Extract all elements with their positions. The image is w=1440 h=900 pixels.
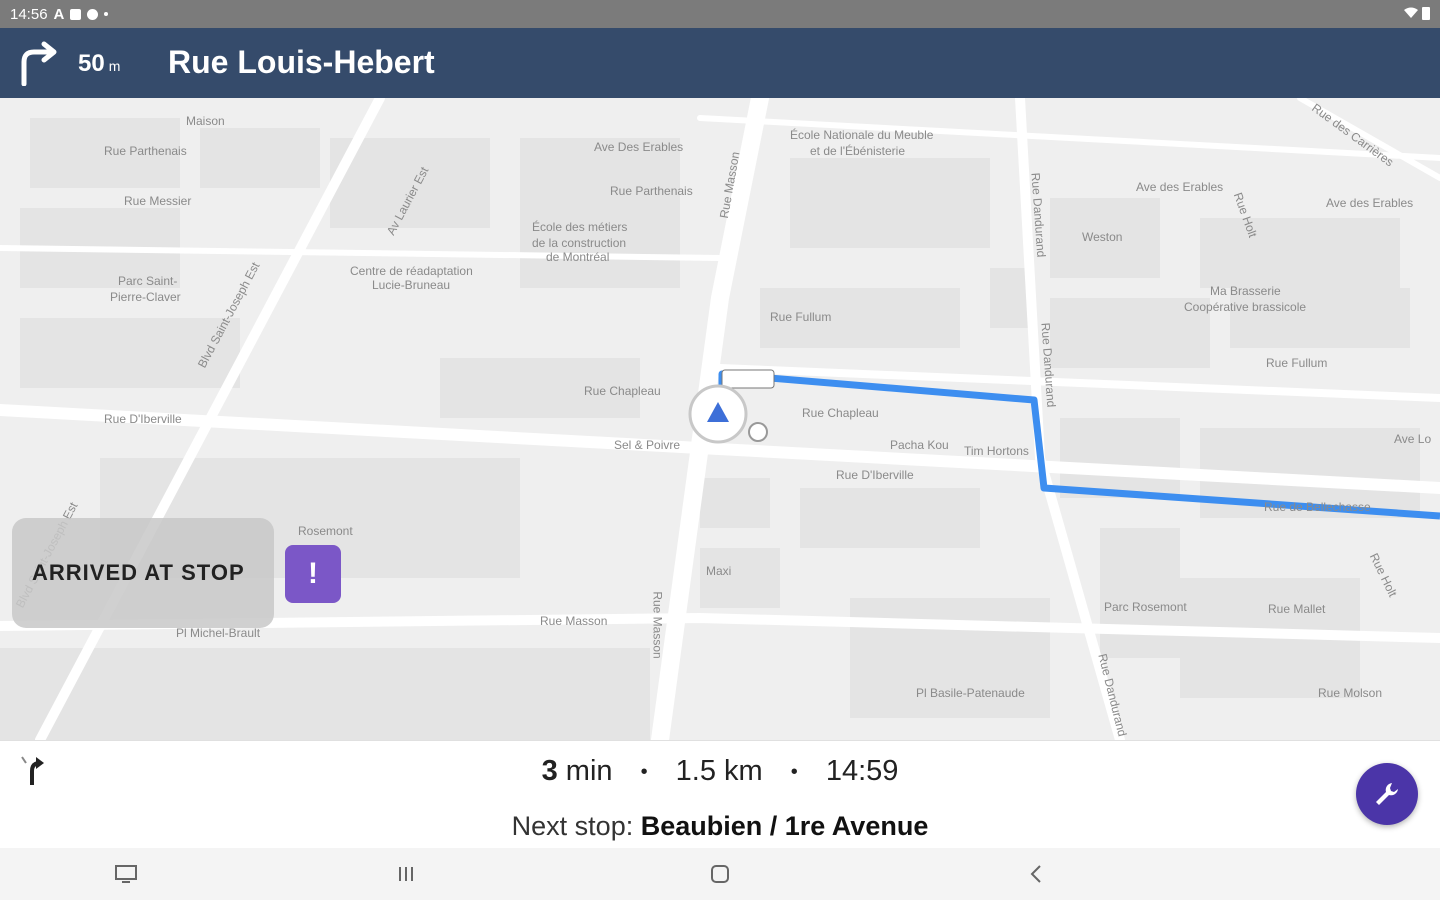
sync-icon: [87, 8, 99, 20]
arrival-time: 14:59: [825, 755, 899, 787]
map-label: Rue D'Iberville: [104, 412, 182, 426]
map-label: Maxi: [706, 564, 732, 578]
map-view[interactable]: Maison Rue Parthenais Rue Messier Parc S…: [0, 98, 1440, 740]
remaining-distance: 1.5 km: [675, 755, 763, 787]
alert-button[interactable]: !: [285, 545, 341, 603]
map-label: Rue Chapleau: [802, 406, 879, 420]
map-label: Rue Chapleau: [584, 384, 661, 398]
map-label: de Montréal: [546, 250, 610, 264]
stop-marker: [721, 369, 775, 389]
system-navigation-bar: [0, 848, 1440, 900]
tools-button[interactable]: [1356, 763, 1418, 825]
keyboard-icon: [115, 865, 137, 883]
map-label: Pl Basile-Patenaude: [916, 686, 1025, 700]
map-label: Rue Fullum: [1266, 356, 1328, 370]
eta-line: 3 min • 1.5 km • 14:59: [0, 755, 1440, 788]
map-label: Ave Lo: [1394, 432, 1432, 446]
map-label: Parc Saint-: [118, 274, 178, 288]
home-button[interactable]: [706, 860, 734, 888]
map-label: Sel & Poivre: [614, 438, 681, 452]
map-label: Ave des Erables: [1326, 196, 1414, 210]
map-label: Coopérative brassicole: [1184, 300, 1307, 314]
home-icon: [711, 865, 729, 883]
turn-distance-value: 50: [78, 50, 105, 77]
turn-right-icon: [21, 41, 57, 86]
map-label: Rue Masson: [650, 591, 665, 659]
turn-distance: 50 m: [78, 50, 120, 78]
map-label: Lucie-Bruneau: [372, 278, 451, 292]
map-label: Rue Mallet: [1268, 602, 1326, 616]
navigation-header: 50 m Rue Louis-Hebert: [0, 28, 1440, 98]
map-label: Ma Brasserie: [1210, 284, 1281, 298]
map-label: Ave Des Erables: [594, 140, 684, 154]
notification-icon: [70, 8, 82, 20]
map-label: Rue Parthenais: [104, 144, 187, 158]
battery-icon: [1422, 7, 1430, 20]
status-time: 14:56: [10, 5, 48, 23]
map-label: Maison: [186, 114, 225, 128]
more-notifications-icon: [104, 12, 109, 16]
separator: •: [640, 760, 648, 783]
status-letter: A: [53, 5, 65, 23]
wifi-icon: [1404, 7, 1418, 18]
map-label: Pacha Kou: [890, 438, 949, 452]
separator: •: [790, 760, 798, 783]
map-label: Rue D'Iberville: [836, 468, 914, 482]
map-label: Rue Messier: [124, 194, 192, 208]
street-name: Rue Louis-Hebert: [168, 44, 435, 80]
map-label: Tim Hortons: [964, 444, 1029, 458]
map-label: Parc Rosemont: [1104, 600, 1187, 614]
map-label: École des métiers: [532, 220, 628, 234]
wrench-icon: [1376, 783, 1398, 805]
map-label: Rue Molson: [1318, 686, 1383, 700]
map-label: Pl Michel-Brault: [176, 626, 261, 640]
map-label: Centre de réadaptation: [350, 264, 473, 278]
turn-distance-unit: m: [108, 58, 121, 74]
navigation-arrow-icon: [688, 384, 768, 444]
next-stop-prefix: Next stop:: [511, 811, 634, 841]
map-label: Pierre-Claver: [110, 290, 181, 304]
map-label: de la construction: [532, 236, 627, 250]
back-icon: [1030, 865, 1041, 883]
eta-minutes-unit: min: [565, 755, 613, 787]
map-label: Rue de Bellechasse: [1264, 500, 1371, 514]
arrived-at-stop-button[interactable]: ARRIVED AT STOP: [12, 518, 274, 628]
map-label: et de l'Ébénisterie: [810, 144, 906, 158]
map-label: Rosemont: [298, 524, 353, 538]
trip-panel: 3 min • 1.5 km • 14:59 Next stop: Beaubi…: [0, 740, 1440, 848]
status-bar: 14:56 A: [0, 0, 1440, 28]
map-label: École Nationale du Meuble: [790, 128, 934, 142]
recents-button[interactable]: [392, 860, 420, 888]
map-label: Rue Fullum: [770, 310, 832, 324]
map-label: Ave des Erables: [1136, 180, 1224, 194]
back-button[interactable]: [1022, 860, 1050, 888]
recents-icon: [399, 867, 413, 881]
keyboard-button[interactable]: [112, 860, 140, 888]
map-label: Rue Masson: [540, 614, 608, 628]
next-stop-name: Beaubien / 1re Avenue: [640, 811, 929, 841]
arrived-at-stop-label: ARRIVED AT STOP: [32, 560, 245, 585]
map-label: Weston: [1082, 230, 1123, 244]
next-stop: Next stop: Beaubien / 1re Avenue: [0, 811, 1440, 842]
map-label: Rue Parthenais: [610, 184, 693, 198]
eta-minutes-value: 3: [541, 755, 558, 787]
alert-icon: !: [308, 557, 318, 590]
eta-minutes: 3 min: [542, 755, 613, 787]
